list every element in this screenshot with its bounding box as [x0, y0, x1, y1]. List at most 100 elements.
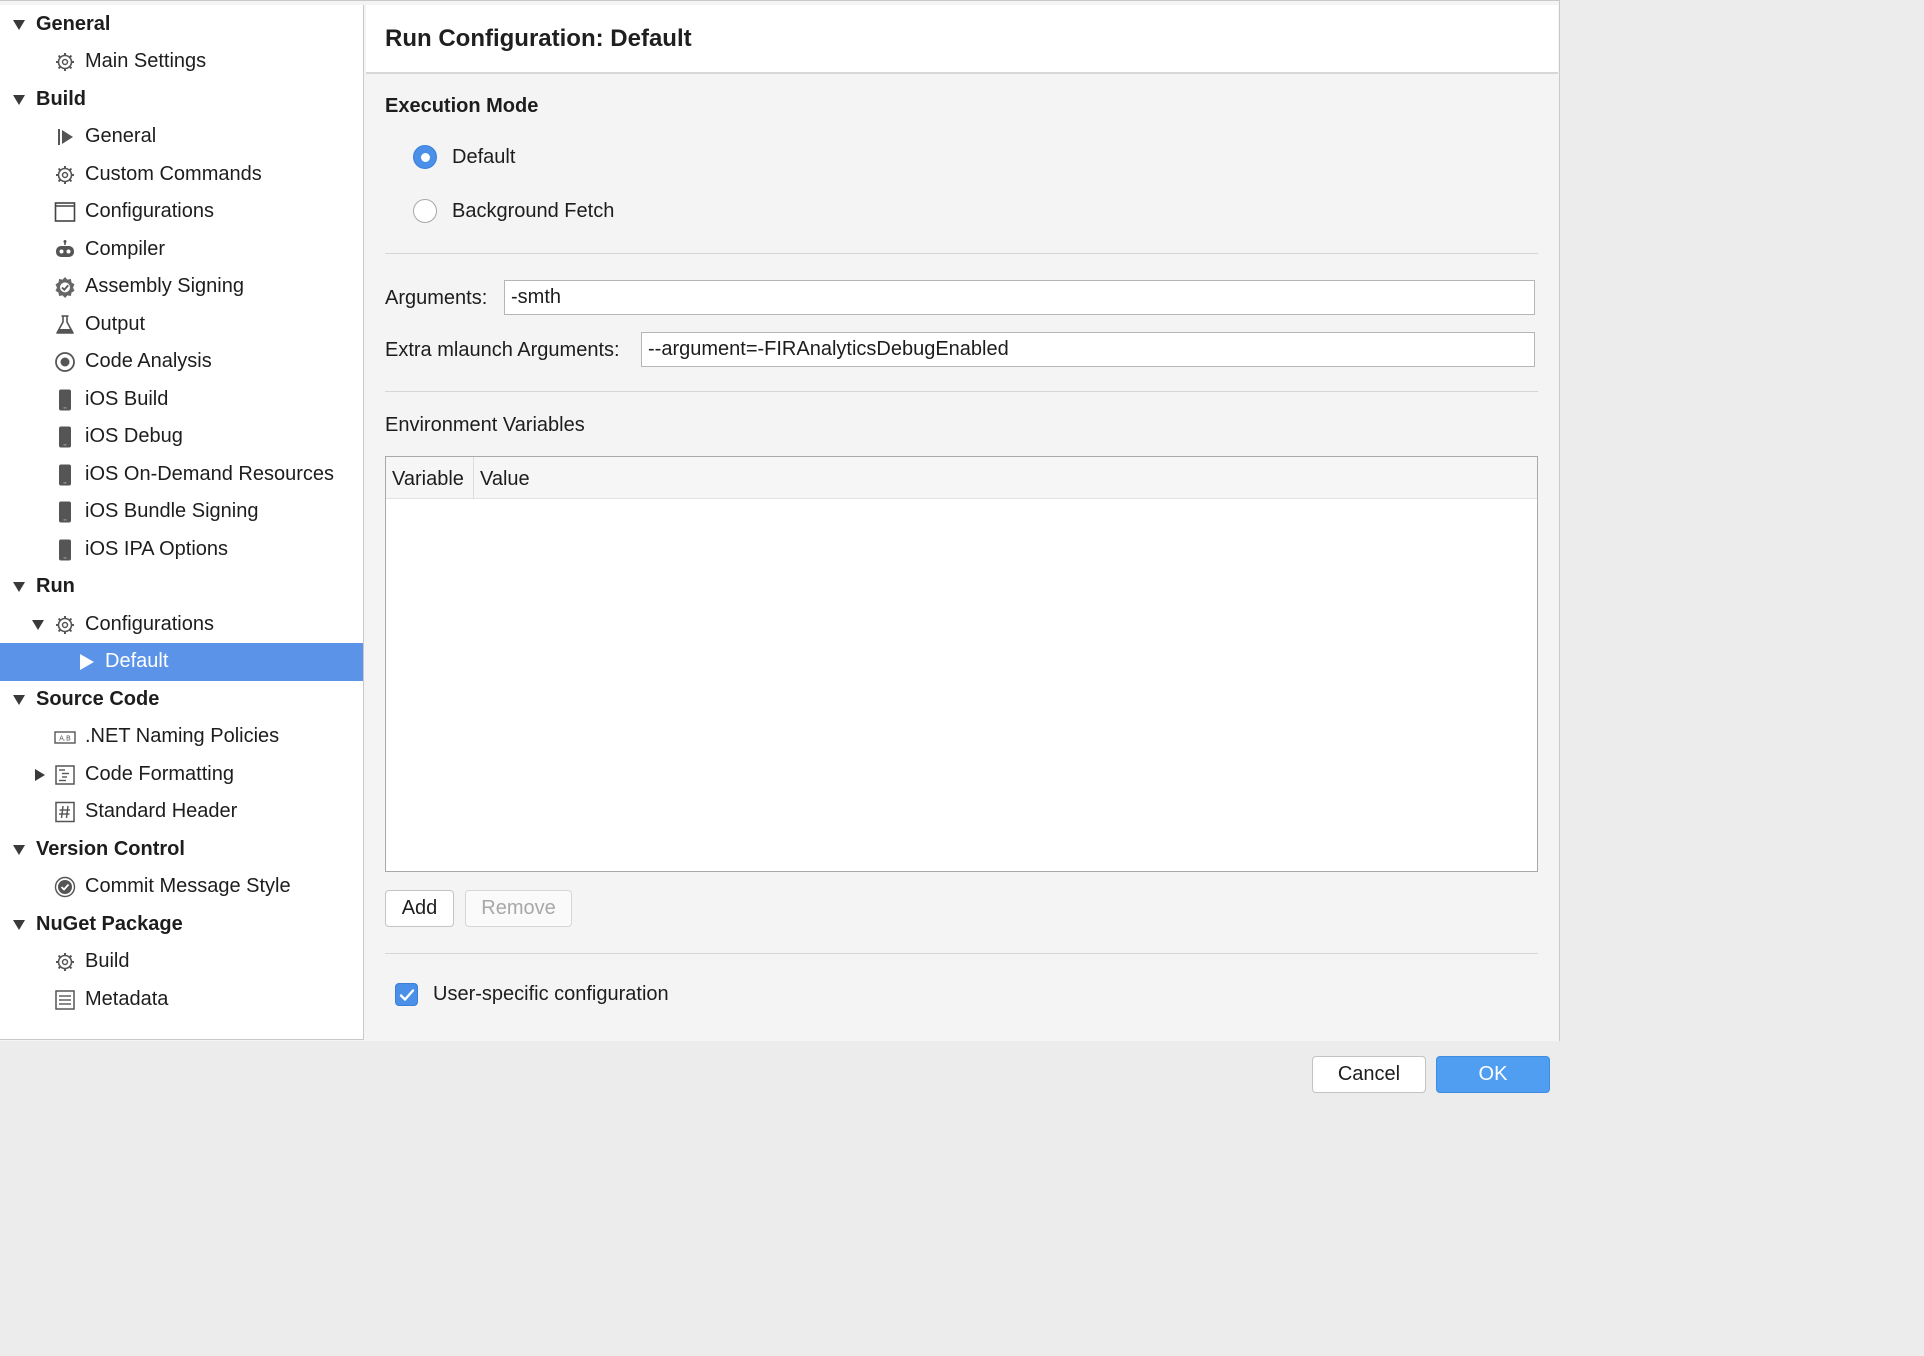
sidebar-item-label: Compiler	[85, 238, 166, 261]
sidebar-group-version-control[interactable]: Version Control	[0, 831, 363, 869]
divider	[385, 253, 1538, 254]
play-icon	[76, 651, 98, 673]
sidebar-item-code-analysis[interactable]: Code Analysis	[0, 343, 363, 381]
execution-mode-title: Execution Mode	[385, 95, 539, 117]
remove-button[interactable]: Remove	[465, 890, 572, 927]
add-button[interactable]: Add	[385, 890, 454, 927]
sidebar-item-label: iOS IPA Options	[85, 538, 229, 561]
sidebar-item-label: Configurations	[85, 613, 214, 636]
disclosure-down-icon[interactable]	[31, 618, 45, 632]
sidebar-item-label: .NET Naming Policies	[85, 725, 280, 748]
disclosure-down-icon[interactable]	[12, 580, 26, 594]
mlaunch-arguments-field[interactable]: --argument=-FIRAnalyticsDebugEnabled	[641, 332, 1535, 367]
sidebar-item-label: Assembly Signing	[85, 275, 244, 298]
svg-text:A.B: A.B	[59, 734, 71, 742]
user-specific-checkbox-row[interactable]: User-specific configuration	[395, 983, 669, 1006]
seal-icon	[54, 276, 76, 298]
sidebar-item-label: Code Formatting	[85, 763, 234, 786]
sidebar-item-run-configurations[interactable]: Configurations	[0, 606, 363, 644]
sidebar-item-custom-commands[interactable]: Custom Commands	[0, 156, 363, 194]
radio-button-checked[interactable]	[413, 145, 437, 169]
panel-header: Run Configuration: Default	[366, 5, 1558, 74]
robot-icon	[54, 239, 76, 261]
sidebar-item-label: iOS Debug	[85, 425, 183, 448]
check-circle-icon	[54, 876, 76, 898]
sidebar-item-nuget-build[interactable]: Build	[0, 943, 363, 981]
sidebar-group-label: Build	[36, 88, 86, 111]
sidebar-item-ios-ipa-options[interactable]: iOS IPA Options	[0, 531, 363, 569]
phone-icon	[54, 501, 76, 523]
sidebar-item-metadata[interactable]: Metadata	[0, 981, 363, 1019]
sidebar-item-run-default[interactable]: Default	[0, 643, 363, 681]
sidebar-group-label: Source Code	[36, 688, 160, 711]
gear-icon	[54, 51, 76, 73]
sidebar-item-ios-build[interactable]: iOS Build	[0, 381, 363, 419]
sidebar-item-label: iOS Build	[85, 388, 169, 411]
ok-button[interactable]: OK	[1436, 1056, 1550, 1093]
sidebar-item-label: Output	[85, 313, 146, 336]
arguments-label: Arguments:	[385, 287, 488, 309]
disclosure-down-icon[interactable]	[12, 918, 26, 932]
sidebar-item-label: Standard Header	[85, 800, 238, 823]
run-configuration-panel: Run Configuration: Default Execution Mod…	[366, 5, 1558, 1040]
sidebar-item-label: Build	[85, 950, 130, 973]
sidebar-group-run[interactable]: Run	[0, 568, 363, 606]
sidebar-group-nuget-package[interactable]: NuGet Package	[0, 906, 363, 944]
arguments-field[interactable]: -smth	[504, 280, 1535, 315]
sidebar-item-ios-debug[interactable]: iOS Debug	[0, 418, 363, 456]
gear-icon	[54, 614, 76, 636]
disclosure-right-icon[interactable]	[33, 768, 47, 782]
mlaunch-arguments-value: --argument=-FIRAnalyticsDebugEnabled	[648, 338, 1009, 360]
sidebar-item-ios-on-demand-resources[interactable]: iOS On-Demand Resources	[0, 456, 363, 494]
sidebar-item-label: iOS Bundle Signing	[85, 500, 259, 523]
sidebar-item-label: Commit Message Style	[85, 875, 291, 898]
window-icon	[54, 201, 76, 223]
sidebar-item-main-settings[interactable]: Main Settings	[0, 43, 363, 81]
play-bar-icon	[54, 126, 76, 148]
phone-icon	[54, 539, 76, 561]
sidebar-item-standard-header[interactable]: Standard Header	[0, 793, 363, 831]
checkmark-icon	[399, 988, 414, 1001]
sidebar-item-label: iOS On-Demand Resources	[85, 463, 334, 486]
radio-default[interactable]: Default	[413, 145, 515, 169]
project-options-dialog: General Main Settings Build General Cust…	[0, 0, 1560, 1106]
sidebar-item-naming-policies[interactable]: A.B .NET Naming Policies	[0, 718, 363, 756]
sidebar-item-assembly-signing[interactable]: Assembly Signing	[0, 268, 363, 306]
sidebar-item-commit-message-style[interactable]: Commit Message Style	[0, 868, 363, 906]
flask-icon	[54, 314, 76, 336]
naming-icon: A.B	[54, 726, 76, 748]
radio-label: Default	[452, 145, 516, 168]
sidebar-group-label: Version Control	[36, 838, 185, 861]
sidebar-item-code-formatting[interactable]: Code Formatting	[0, 756, 363, 794]
disclosure-down-icon[interactable]	[12, 843, 26, 857]
column-header-value[interactable]: Value	[480, 468, 530, 491]
radio-button[interactable]	[413, 199, 437, 223]
environment-variables-title: Environment Variables	[385, 414, 585, 436]
sidebar-item-ios-bundle-signing[interactable]: iOS Bundle Signing	[0, 493, 363, 531]
sidebar-item-output[interactable]: Output	[0, 306, 363, 344]
cancel-button[interactable]: Cancel	[1312, 1056, 1426, 1093]
sidebar-group-label: NuGet Package	[36, 913, 183, 936]
disclosure-down-icon[interactable]	[12, 693, 26, 707]
sidebar-group-label: Run	[36, 575, 75, 598]
checkbox-checked[interactable]	[395, 983, 418, 1006]
disclosure-down-icon[interactable]	[12, 93, 26, 107]
page-title: Run Configuration: Default	[385, 25, 692, 52]
sidebar-item-label: Code Analysis	[85, 350, 212, 373]
sidebar-item-compiler[interactable]: Compiler	[0, 231, 363, 269]
environment-variables-table[interactable]: Variable Value	[385, 456, 1538, 872]
sidebar-group-build[interactable]: Build	[0, 81, 363, 119]
format-icon	[54, 764, 76, 786]
sidebar-group-general[interactable]: General	[0, 6, 363, 44]
sidebar-item-label: Custom Commands	[85, 163, 262, 186]
column-header-variable[interactable]: Variable	[392, 468, 464, 491]
gear-icon	[54, 951, 76, 973]
sidebar-group-source-code[interactable]: Source Code	[0, 681, 363, 719]
disclosure-down-icon[interactable]	[12, 18, 26, 32]
radio-background-fetch[interactable]: Background Fetch	[413, 199, 614, 223]
gear-icon	[54, 164, 76, 186]
phone-icon	[54, 464, 76, 486]
sidebar-item-build-general[interactable]: General	[0, 118, 363, 156]
sidebar-item-build-configurations[interactable]: Configurations	[0, 193, 363, 231]
checkbox-label: User-specific configuration	[433, 983, 669, 1005]
